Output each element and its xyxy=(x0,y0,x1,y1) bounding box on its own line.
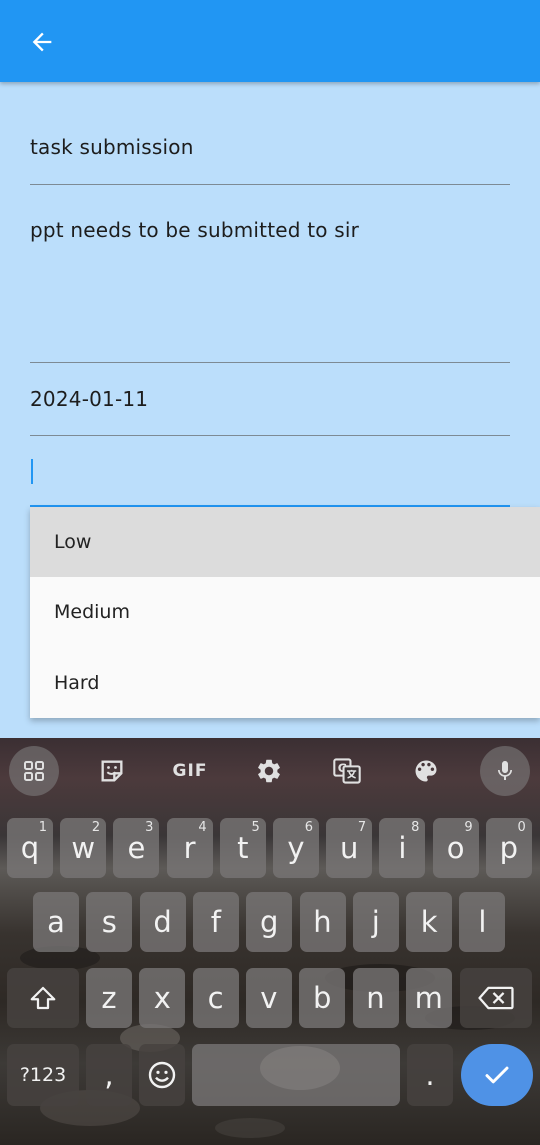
enter-check-button[interactable] xyxy=(461,1044,533,1106)
key-f[interactable]: f xyxy=(192,892,239,952)
key-hint-3: 3 xyxy=(145,820,154,835)
shift-key[interactable] xyxy=(7,968,79,1028)
description-field[interactable]: ppt needs to be submitted to sir xyxy=(30,185,510,363)
key-hint-7: 7 xyxy=(357,820,367,835)
priority-dropdown: Low Medium Hard xyxy=(30,507,540,718)
key-o[interactable]: o9 xyxy=(432,818,479,878)
key-hint-1: 1 xyxy=(38,820,47,835)
key-q[interactable]: q1 xyxy=(7,818,53,878)
theme-palette-icon[interactable] xyxy=(401,746,451,796)
priority-option-low[interactable]: Low xyxy=(30,507,540,578)
key-hint-0: 0 xyxy=(517,820,526,835)
key-v[interactable]: v xyxy=(245,968,292,1028)
apps-grid-icon[interactable] xyxy=(9,746,59,796)
key-b[interactable]: b xyxy=(299,968,346,1028)
key-hint-4: 4 xyxy=(198,820,207,835)
key-hint-5: 5 xyxy=(251,820,260,835)
back-arrow-icon[interactable] xyxy=(22,22,62,62)
priority-field[interactable] xyxy=(30,436,510,507)
key-g[interactable]: g xyxy=(246,892,293,952)
symbols-key[interactable]: ?123 xyxy=(7,1044,79,1106)
key-w[interactable]: w2 xyxy=(60,818,107,878)
gif-button[interactable]: GIF xyxy=(165,746,215,796)
text-cursor xyxy=(31,459,33,484)
comma-key[interactable]: , xyxy=(86,1044,132,1106)
key-hint-9: 9 xyxy=(464,820,473,835)
key-r[interactable]: r4 xyxy=(166,818,213,878)
key-k[interactable]: k xyxy=(406,892,453,952)
key-s[interactable]: s xyxy=(86,892,133,952)
key-j[interactable]: j xyxy=(352,892,399,952)
period-key[interactable]: . xyxy=(407,1044,453,1106)
key-e[interactable]: e3 xyxy=(113,818,160,878)
key-n[interactable]: n xyxy=(352,968,399,1028)
space-bar[interactable] xyxy=(192,1044,400,1106)
microphone-icon[interactable] xyxy=(480,746,530,796)
key-i[interactable]: i8 xyxy=(379,818,426,878)
description-value: ppt needs to be submitted to sir xyxy=(30,218,360,242)
backspace-key[interactable] xyxy=(460,968,532,1028)
sticker-icon[interactable] xyxy=(87,746,137,796)
key-c[interactable]: c xyxy=(192,968,239,1028)
key-hint-8: 8 xyxy=(411,820,420,835)
onscreen-keyboard: GIF G q1w2e3r4t5y6u7i8o9p0 asdfghjkl zxc… xyxy=(0,738,540,1145)
priority-option-hard[interactable]: Hard xyxy=(30,648,540,718)
priority-option-medium[interactable]: Medium xyxy=(30,577,540,647)
key-x[interactable]: x xyxy=(139,968,186,1028)
key-hint-6: 6 xyxy=(304,820,313,835)
title-value: task submission xyxy=(30,135,194,159)
key-m[interactable]: m xyxy=(405,968,452,1028)
key-z[interactable]: z xyxy=(86,968,132,1028)
settings-gear-icon[interactable] xyxy=(244,746,294,796)
emoji-key[interactable] xyxy=(139,1044,185,1106)
key-p[interactable]: p0 xyxy=(485,818,532,878)
key-d[interactable]: d xyxy=(139,892,186,952)
title-field[interactable]: task submission xyxy=(30,120,510,185)
key-h[interactable]: h xyxy=(299,892,346,952)
date-field[interactable]: 2024-01-11 xyxy=(30,363,510,436)
date-value: 2024-01-11 xyxy=(30,387,149,411)
key-a[interactable]: a xyxy=(33,892,79,952)
translate-icon[interactable]: G xyxy=(322,746,372,796)
app-bar xyxy=(0,0,540,82)
key-u[interactable]: u7 xyxy=(326,818,373,878)
key-t[interactable]: t5 xyxy=(219,818,266,878)
key-l[interactable]: l xyxy=(459,892,506,952)
key-hint-2: 2 xyxy=(91,820,101,835)
key-y[interactable]: y6 xyxy=(273,818,319,878)
